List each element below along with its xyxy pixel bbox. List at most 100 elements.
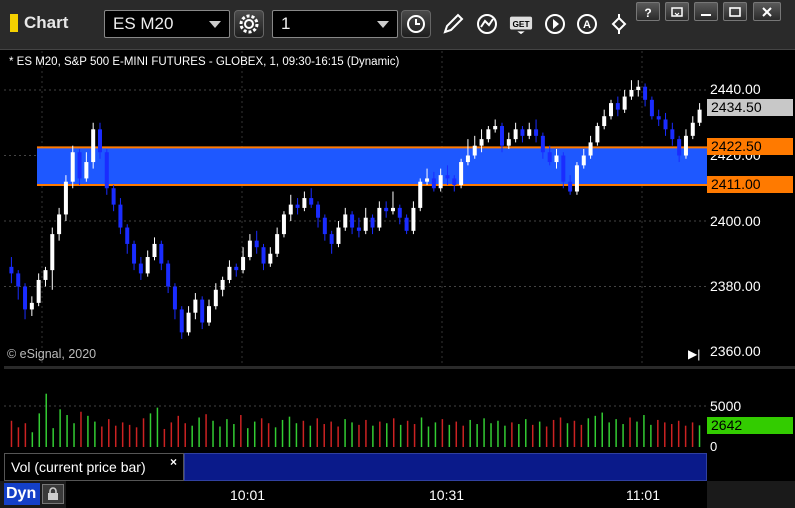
price-chart[interactable]: * ES M20, S&P 500 E-MINI FUTURES - GLOBE… <box>4 51 707 366</box>
candle-body <box>268 253 273 264</box>
candle-body <box>16 273 21 287</box>
candle-body <box>534 129 539 136</box>
candle-body <box>547 152 552 163</box>
studies-button[interactable] <box>472 10 502 38</box>
candle-body <box>649 99 654 117</box>
candle-body <box>445 175 450 179</box>
volume-legend[interactable]: Vol (current price bar) <box>4 453 184 481</box>
volume-tick: 0 <box>710 439 718 454</box>
candle-body <box>404 217 409 231</box>
window-title-tab[interactable]: Chart <box>4 8 90 38</box>
candle-body <box>431 178 436 189</box>
interval-select[interactable]: 1 <box>272 10 398 38</box>
chevron-down-icon <box>377 21 389 28</box>
price-chart-canvas[interactable] <box>4 51 707 366</box>
candle-body <box>629 90 634 97</box>
candle-body <box>329 234 334 244</box>
time-axis-bar: Dyn 10:01 10:31 11:01 <box>0 481 795 508</box>
volume-axis[interactable]: 5000 0 2642 <box>707 369 795 454</box>
symbol-value: ES M20 <box>113 14 174 33</box>
candle-body <box>241 257 246 271</box>
candle-body <box>370 217 375 228</box>
candle-body <box>499 126 504 146</box>
legend-close-icon[interactable]: × <box>170 455 177 469</box>
candle-body <box>29 302 34 310</box>
dynamic-mode-button[interactable]: Dyn <box>4 483 40 505</box>
draw-tool-button[interactable] <box>438 10 468 38</box>
chevron-down-icon <box>209 21 221 28</box>
candle-body <box>390 207 395 212</box>
candle-body <box>472 145 477 156</box>
time-axis[interactable]: 10:01 10:31 11:01 <box>66 481 707 508</box>
volume-panel[interactable] <box>4 369 707 453</box>
candle-body <box>213 289 218 307</box>
link-button[interactable] <box>604 10 634 38</box>
candle-body <box>656 116 661 120</box>
candle-body <box>683 135 688 156</box>
replay-button[interactable] <box>540 10 570 38</box>
candle-body <box>568 181 573 192</box>
play-icon <box>545 14 565 34</box>
minimize-button[interactable] <box>694 2 718 21</box>
get-data-button[interactable]: GET <box>506 10 536 38</box>
settings-button[interactable] <box>234 10 264 38</box>
candle-body <box>179 309 184 333</box>
price-axis[interactable]: 2440.00 2420.00 2400.00 2380.00 2360.00 … <box>707 51 795 366</box>
candle-body <box>23 286 28 310</box>
candle-body <box>493 126 498 130</box>
lock-icon[interactable] <box>42 484 64 504</box>
restore-icon <box>671 6 683 17</box>
maximize-icon <box>729 6 741 17</box>
volume-chart-canvas <box>4 393 707 447</box>
candle-body <box>316 204 321 218</box>
volume-last-badge: 2642 <box>707 417 793 434</box>
candle-body <box>581 155 586 166</box>
candle-body <box>663 119 668 130</box>
close-button[interactable] <box>753 2 781 21</box>
candle-body <box>643 86 648 100</box>
help-button[interactable]: ? <box>636 2 660 21</box>
candle-body <box>520 129 525 136</box>
volume-tick: 5000 <box>710 398 742 414</box>
candle-body <box>36 279 41 303</box>
candle-body <box>200 299 205 323</box>
candle-body <box>97 129 102 153</box>
minimize-icon <box>701 13 711 16</box>
restore-button[interactable] <box>665 2 689 21</box>
time-template-button[interactable] <box>401 10 431 38</box>
candle-body <box>186 312 191 333</box>
symbol-select[interactable]: ES M20 <box>104 10 230 38</box>
copyright-text: © eSignal, 2020 <box>7 347 97 361</box>
axis-corner <box>707 481 795 508</box>
candle-body <box>132 243 137 264</box>
candle-body <box>670 129 675 140</box>
candle-body <box>261 247 266 264</box>
candle-body <box>602 116 607 127</box>
interval-value: 1 <box>281 14 291 33</box>
candle-body <box>118 204 123 228</box>
chart-description: * ES M20, S&P 500 E-MINI FUTURES - GLOBE… <box>9 56 400 68</box>
candle-body <box>615 103 620 110</box>
candle-body <box>609 103 614 117</box>
link-icon <box>611 14 627 34</box>
candle-body <box>397 207 402 218</box>
candle-body <box>159 243 164 264</box>
candle-body <box>554 155 559 163</box>
candle-body <box>574 165 579 192</box>
candle-body <box>227 266 232 280</box>
maximize-button[interactable] <box>723 2 747 21</box>
candle-body <box>486 129 491 140</box>
candle-body <box>561 155 566 182</box>
candle-body <box>418 181 423 208</box>
candle-body <box>220 279 225 290</box>
candle-body <box>438 175 443 189</box>
scroll-to-end-icon[interactable]: ▶| <box>688 347 700 361</box>
chart-window-icon <box>10 14 18 32</box>
legend-bar <box>184 453 707 481</box>
candle-body <box>43 270 48 280</box>
alert-button[interactable]: A <box>572 10 602 38</box>
candle-body <box>459 162 464 185</box>
candle-body <box>677 139 682 156</box>
candle-body <box>57 214 62 235</box>
candle-body <box>63 181 68 215</box>
